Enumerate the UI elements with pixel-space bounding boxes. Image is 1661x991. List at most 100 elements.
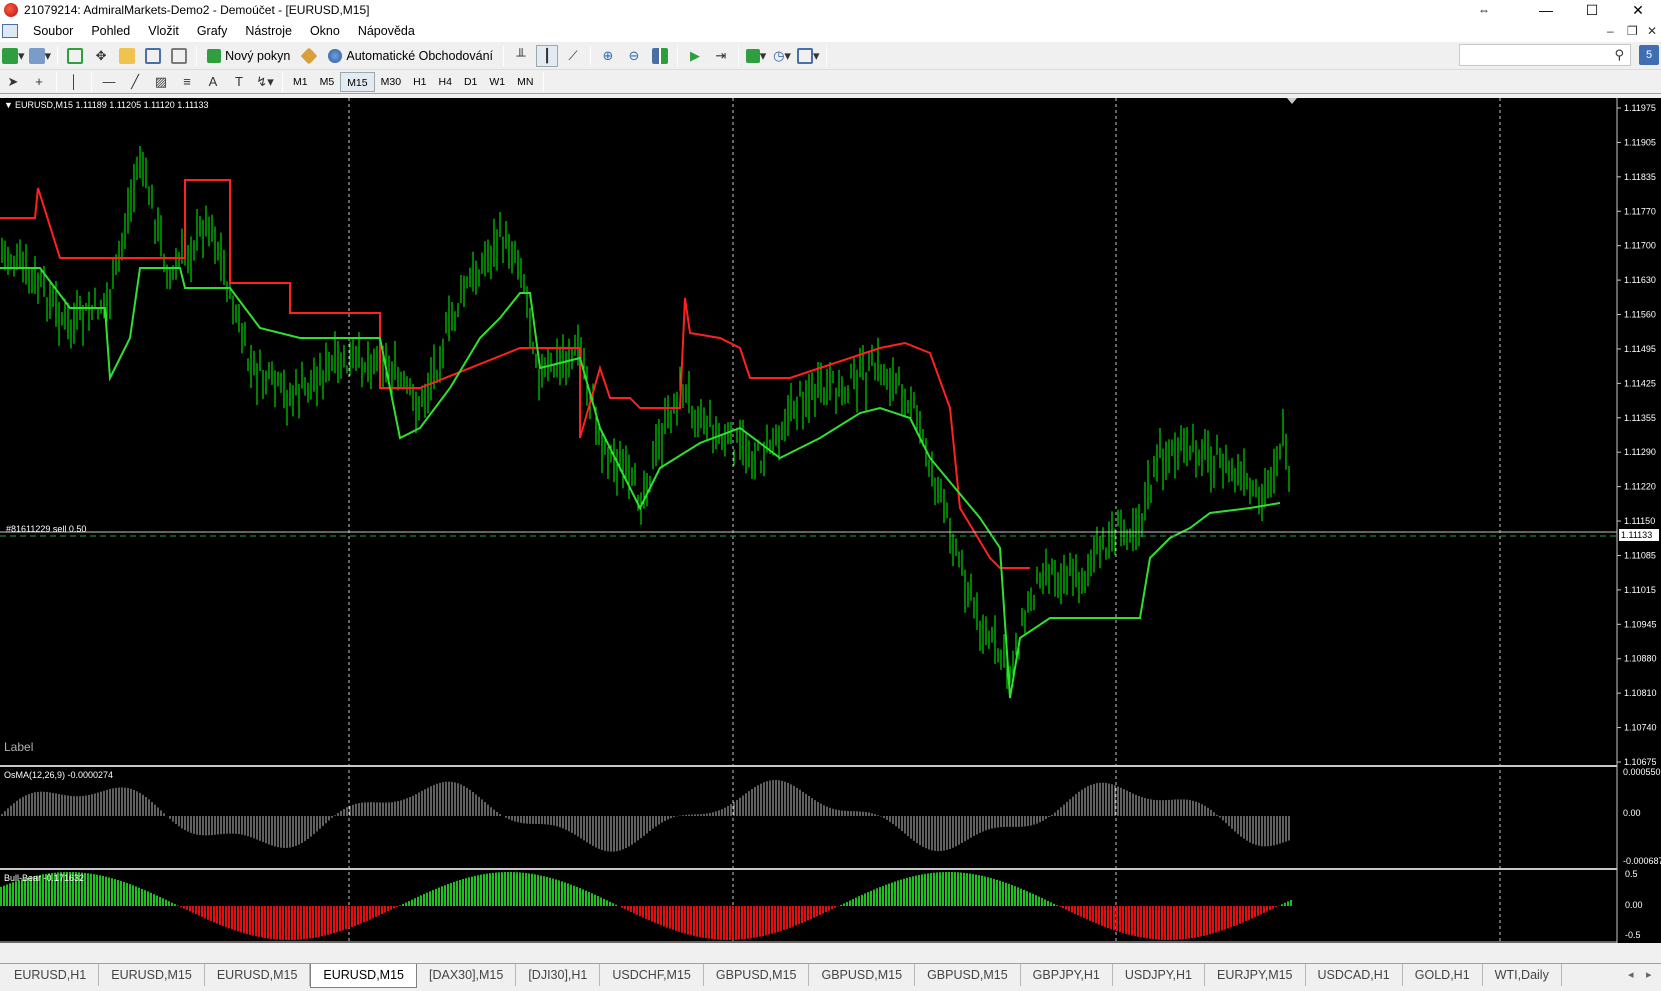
tab-eurusd-m15-1[interactable]: EURUSD,M15	[99, 964, 205, 986]
price-chart[interactable]: #81611229 sell 0.50 1.11133 ▼ EURUSD,M15…	[0, 98, 1661, 958]
vertical-line-button[interactable]: │	[63, 71, 85, 93]
tab-gbpusd-m15-1[interactable]: GBPUSD,M15	[704, 964, 810, 986]
tab-usdcad-h1[interactable]: USDCAD,H1	[1306, 964, 1403, 986]
bullbear-bar	[915, 875, 917, 906]
strategy-tester-button[interactable]	[168, 45, 190, 67]
timeframe-m30[interactable]: M30	[375, 72, 407, 92]
mdi-minimize-button[interactable]: –	[1607, 24, 1614, 38]
timeframe-h1[interactable]: H1	[407, 72, 432, 92]
menu-grafy[interactable]: Grafy	[188, 20, 237, 42]
chart-shift-button[interactable]: ⇥	[710, 45, 732, 67]
menu-napoveda[interactable]: Nápověda	[349, 20, 424, 42]
chart-triangle-icon[interactable]: ▼	[4, 100, 13, 110]
bullbear-bar	[150, 892, 152, 906]
tab-scroll-left-icon[interactable]: ◂	[1628, 968, 1634, 981]
timeframe-mn[interactable]: MN	[511, 72, 539, 92]
candlestick-button[interactable]: ┃	[536, 44, 558, 67]
bullbear-bar	[285, 906, 287, 940]
tab-eurusd-m15-2[interactable]: EURUSD,M15	[205, 964, 311, 986]
timeframe-d1[interactable]: D1	[458, 72, 483, 92]
bullbear-bar	[1125, 906, 1127, 934]
menu-vlozit[interactable]: Vložit	[139, 20, 188, 42]
bullbear-bar	[1212, 906, 1214, 934]
bullbear-bar	[942, 872, 944, 906]
timeframe-w1[interactable]: W1	[483, 72, 511, 92]
bullbear-bar	[846, 901, 848, 906]
data-window-button[interactable]: ✥	[90, 45, 112, 67]
terminal-button[interactable]	[142, 45, 164, 67]
line-chart-button[interactable]: ⟋	[562, 45, 584, 67]
messages-badge[interactable]: 5	[1639, 45, 1659, 65]
new-chart-button[interactable]: ▾	[2, 45, 25, 67]
profiles-button[interactable]: ▾	[28, 45, 51, 67]
bar-chart-button[interactable]: ╨	[510, 45, 532, 67]
crosshair-button[interactable]: +	[28, 71, 50, 93]
tab-eurjpy-m15[interactable]: EURJPY,M15	[1205, 964, 1306, 986]
timeframe-h4[interactable]: H4	[433, 72, 458, 92]
search-input[interactable]: ⚲	[1459, 44, 1631, 66]
tab-gbpjpy-h1[interactable]: GBPJPY,H1	[1021, 964, 1113, 986]
tab-scroll-right-icon[interactable]: ▸	[1646, 968, 1652, 981]
arrows-button[interactable]: ↯ ▾	[254, 71, 276, 93]
minimize-button[interactable]: —	[1523, 0, 1569, 20]
bullbear-bar	[435, 888, 437, 906]
document-icon[interactable]	[2, 24, 18, 38]
tab-wti-daily[interactable]: WTI,Daily	[1483, 964, 1562, 986]
tab-usdchf-m15[interactable]: USDCHF,M15	[600, 964, 704, 986]
trendline-button[interactable]: ╱	[124, 71, 146, 93]
zoom-in-button[interactable]: ⊕	[597, 45, 619, 67]
timeframe-m5[interactable]: M5	[314, 72, 341, 92]
close-button[interactable]: ✕	[1615, 0, 1661, 20]
metaeditor-button[interactable]	[298, 45, 320, 67]
chart-shift-icon: ⇥	[715, 47, 727, 63]
zoom-out-button[interactable]: ⊖	[623, 45, 645, 67]
cursor-button[interactable]: ➤	[2, 71, 24, 93]
market-watch-button[interactable]	[64, 45, 86, 67]
auto-trading-button[interactable]: Automatické Obchodování	[324, 45, 497, 67]
tab-dax30-m15[interactable]: [DAX30],M15	[417, 964, 517, 986]
text-label-button[interactable]: T	[228, 71, 250, 93]
bullbear-bar	[525, 873, 527, 906]
tab-dji30-h1[interactable]: [DJI30],H1	[516, 964, 601, 986]
tab-usdjpy-h1[interactable]: USDJPY,H1	[1113, 964, 1206, 986]
mdi-close-button[interactable]: ✕	[1647, 24, 1657, 38]
new-order-button[interactable]: Nový pokyn	[203, 45, 294, 67]
tab-gold-h1[interactable]: GOLD,H1	[1403, 964, 1483, 986]
timeframe-m15[interactable]: M15	[340, 71, 375, 92]
maximize-button[interactable]: ☐	[1569, 0, 1615, 20]
channel-button[interactable]: ▨	[150, 71, 172, 93]
bullbear-bar	[801, 906, 803, 923]
menu-nastroje[interactable]: Nástroje	[236, 20, 301, 42]
zoom-out-icon: ⊖	[628, 47, 640, 63]
bullbear-bar	[612, 903, 614, 906]
navigator-button[interactable]	[116, 45, 138, 67]
auto-scroll-button[interactable]: ▶	[684, 45, 706, 67]
bullbear-bar	[624, 906, 626, 910]
menu-okno[interactable]: Okno	[301, 20, 349, 42]
chart-window[interactable]: #81611229 sell 0.50 1.11133 ▼ EURUSD,M15…	[0, 98, 1661, 958]
templates-button[interactable]: ▾	[797, 45, 820, 67]
restore-arrows-icon[interactable]: ⇔	[1461, 0, 1507, 20]
fibonacci-button[interactable]: ≡	[176, 71, 198, 93]
tile-windows-button[interactable]	[649, 45, 671, 67]
bullbear-bar	[693, 906, 695, 936]
bullbear-bar	[594, 894, 596, 906]
price-tick-label: 1.11015	[1624, 585, 1656, 595]
bullbear-bar	[861, 894, 863, 906]
bullbear-bar	[843, 903, 845, 906]
tab-gbpusd-m15-3[interactable]: GBPUSD,M15	[915, 964, 1021, 986]
bullbear-bar	[771, 906, 773, 934]
periods-button[interactable]: ◷ ▾	[771, 45, 793, 67]
timeframe-m1[interactable]: M1	[287, 72, 314, 92]
tab-eurusd-m15-active[interactable]: EURUSD,M15	[310, 964, 417, 988]
menu-pohled[interactable]: Pohled	[82, 20, 139, 42]
mdi-restore-button[interactable]: ❐	[1627, 24, 1638, 38]
tab-gbpusd-m15-2[interactable]: GBPUSD,M15	[809, 964, 916, 986]
bullbear-bar	[735, 906, 737, 940]
menu-soubor[interactable]: Soubor	[24, 20, 82, 42]
text-button[interactable]: A	[202, 71, 224, 93]
horizontal-line-button[interactable]: —	[98, 71, 120, 93]
indicators-button[interactable]: ▾	[745, 45, 767, 67]
search-icon[interactable]: ⚲	[1614, 47, 1624, 63]
tab-eurusd-h1[interactable]: EURUSD,H1	[2, 964, 100, 986]
